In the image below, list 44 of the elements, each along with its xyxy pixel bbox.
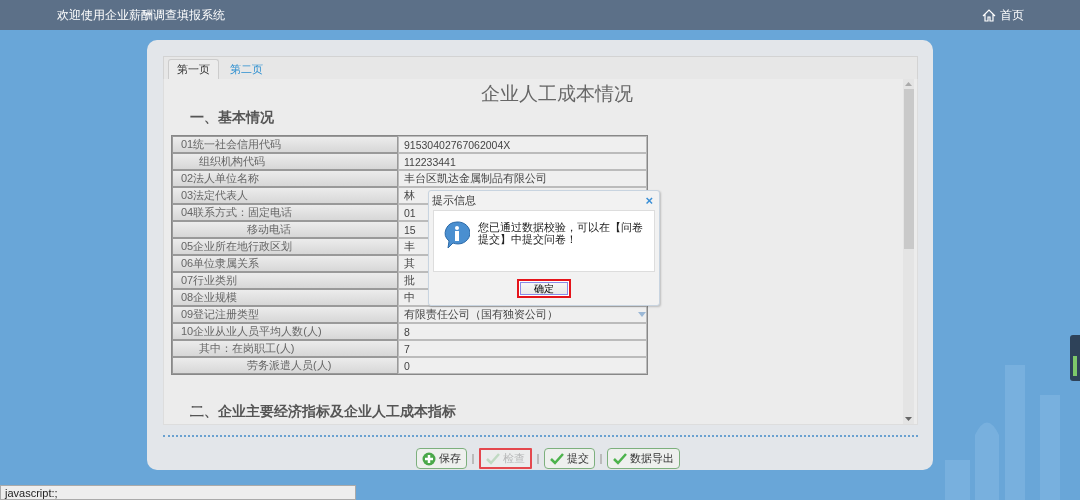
header-title: 欢迎使用企业薪酬调查填报系统 [57, 6, 225, 24]
home-link[interactable]: 首页 [982, 6, 1024, 24]
row-label: 05企业所在地行政区划 [172, 238, 398, 255]
info-icon [444, 221, 470, 249]
action-button[interactable]: 保存 [415, 448, 467, 469]
row-label: 02法人单位名称 [172, 170, 398, 187]
scroll-down-icon[interactable] [905, 417, 912, 421]
input-field[interactable]: 丰台区凯达金属制品有限公司 [398, 170, 647, 187]
input-field[interactable]: 0 [398, 357, 647, 374]
row-label: 08企业规模 [172, 289, 398, 306]
dialog-title: 提示信息 [432, 193, 476, 208]
row-label: 10企业从业人员平均人数(人) [172, 323, 398, 340]
row-label: 其中：在岗职工(人) [172, 340, 398, 357]
row-label: 04联系方式：固定电话 [172, 204, 398, 221]
row-label: 劳务派遣人员(人) [172, 357, 398, 374]
check-icon [485, 452, 500, 465]
input-field[interactable]: 8 [398, 323, 647, 340]
select-field[interactable]: 有限责任公司（国有独资公司） [398, 306, 647, 323]
input-field[interactable]: 7 [398, 340, 647, 357]
dialog-message: 您已通过数据校验，可以在【问卷提交】中提交问卷！ [478, 221, 644, 247]
row-label: 06单位隶属关系 [172, 255, 398, 272]
form-title: 企业人工成本情况 [480, 82, 634, 106]
action-button[interactable]: 数据导出 [606, 448, 680, 469]
section-heading: 一、基本情况 [189, 109, 275, 127]
input-field[interactable]: 112233441 [398, 153, 647, 170]
row-label: 09登记注册类型 [172, 306, 398, 323]
scrollbar[interactable] [903, 79, 914, 424]
row-label: 07行业类别 [172, 272, 398, 289]
row-label: 组织机构代码 [172, 153, 398, 170]
level-meter-icon[interactable] [1070, 335, 1080, 381]
section-heading: 二、企业主要经济指标及企业人工成本指标 [171, 401, 690, 424]
home-icon [982, 8, 996, 22]
plus-icon [421, 451, 436, 466]
caret-icon [638, 312, 646, 317]
row-label: 移动电话 [172, 221, 398, 238]
action-button[interactable]: 提交 [543, 448, 595, 469]
input-field[interactable]: 91530402767062004X [398, 136, 647, 153]
page-tab[interactable]: 第一页 [168, 59, 219, 79]
check-icon [549, 452, 564, 465]
ok-button[interactable]: 确定 [517, 279, 571, 298]
check-icon [612, 452, 627, 465]
status-bar: javascript:; [0, 485, 356, 500]
row-label: 01统一社会信用代码 [172, 136, 398, 153]
row-label: 03法定代表人 [172, 187, 398, 204]
